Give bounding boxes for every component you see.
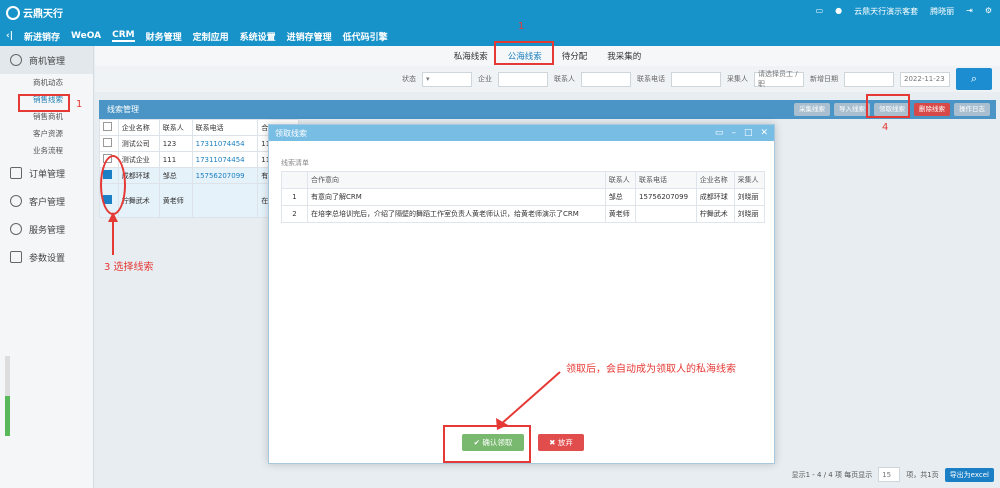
annotation-arrows: [108, 212, 561, 430]
arrow-head: [108, 212, 118, 222]
arrow-line: [499, 371, 561, 426]
